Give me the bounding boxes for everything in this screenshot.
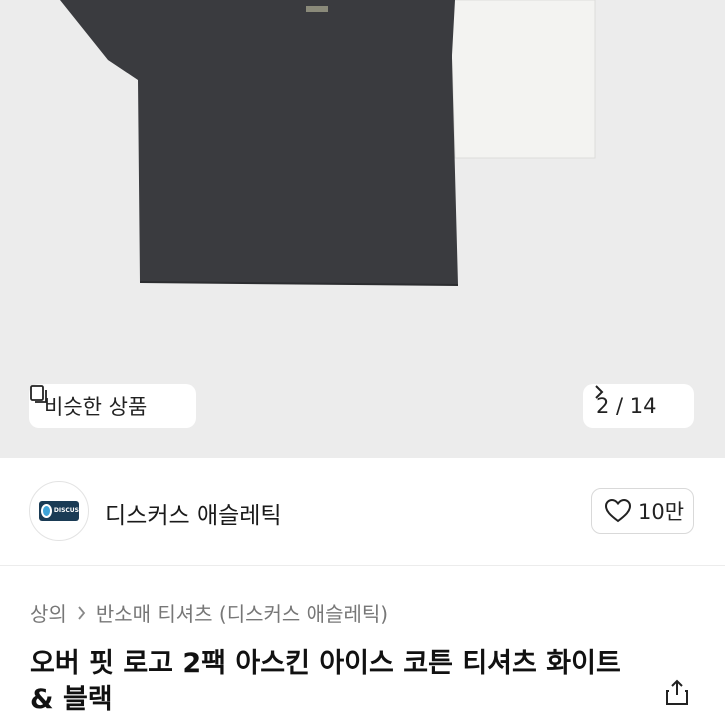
breadcrumb: 상의 반소매 티셔츠 (디스커스 애슬레틱) (30, 598, 388, 627)
image-counter-button[interactable]: 2 / 14 (583, 384, 694, 428)
similar-items-icon (30, 385, 47, 403)
chevron-right-icon (78, 605, 85, 620)
like-button[interactable]: 10만 (591, 488, 694, 534)
product-title: 오버 핏 로고 2팩 아스킨 아이스 코튼 티셔츠 화이트 & 블랙 (30, 648, 621, 715)
breadcrumb-subcategory[interactable]: 반소매 티셔츠 (디스커스 애슬레틱) (96, 598, 388, 627)
heart-icon (604, 498, 632, 523)
chevron-right-icon (595, 385, 604, 399)
breadcrumb-category[interactable]: 상의 (30, 598, 67, 627)
like-count: 10만 (638, 500, 685, 524)
brand-logo[interactable]: DISCUS (29, 481, 89, 541)
share-icon[interactable] (664, 678, 690, 706)
image-counter: 2 / 14 (596, 394, 657, 418)
similar-items-label: 비슷한 상품 (44, 395, 148, 419)
brand-logo-text: DISCUS (53, 507, 79, 514)
brand-name[interactable]: 디스커스 애슬레틱 (105, 496, 282, 530)
globe-icon (41, 504, 52, 518)
product-image-gallery[interactable]: 비슷한 상품 2 / 14 (0, 0, 725, 458)
similar-items-button[interactable]: 비슷한 상품 (29, 384, 196, 428)
brand-logo-mark: DISCUS (39, 501, 79, 521)
brand-row: DISCUS 디스커스 애슬레틱 10만 (0, 458, 725, 566)
